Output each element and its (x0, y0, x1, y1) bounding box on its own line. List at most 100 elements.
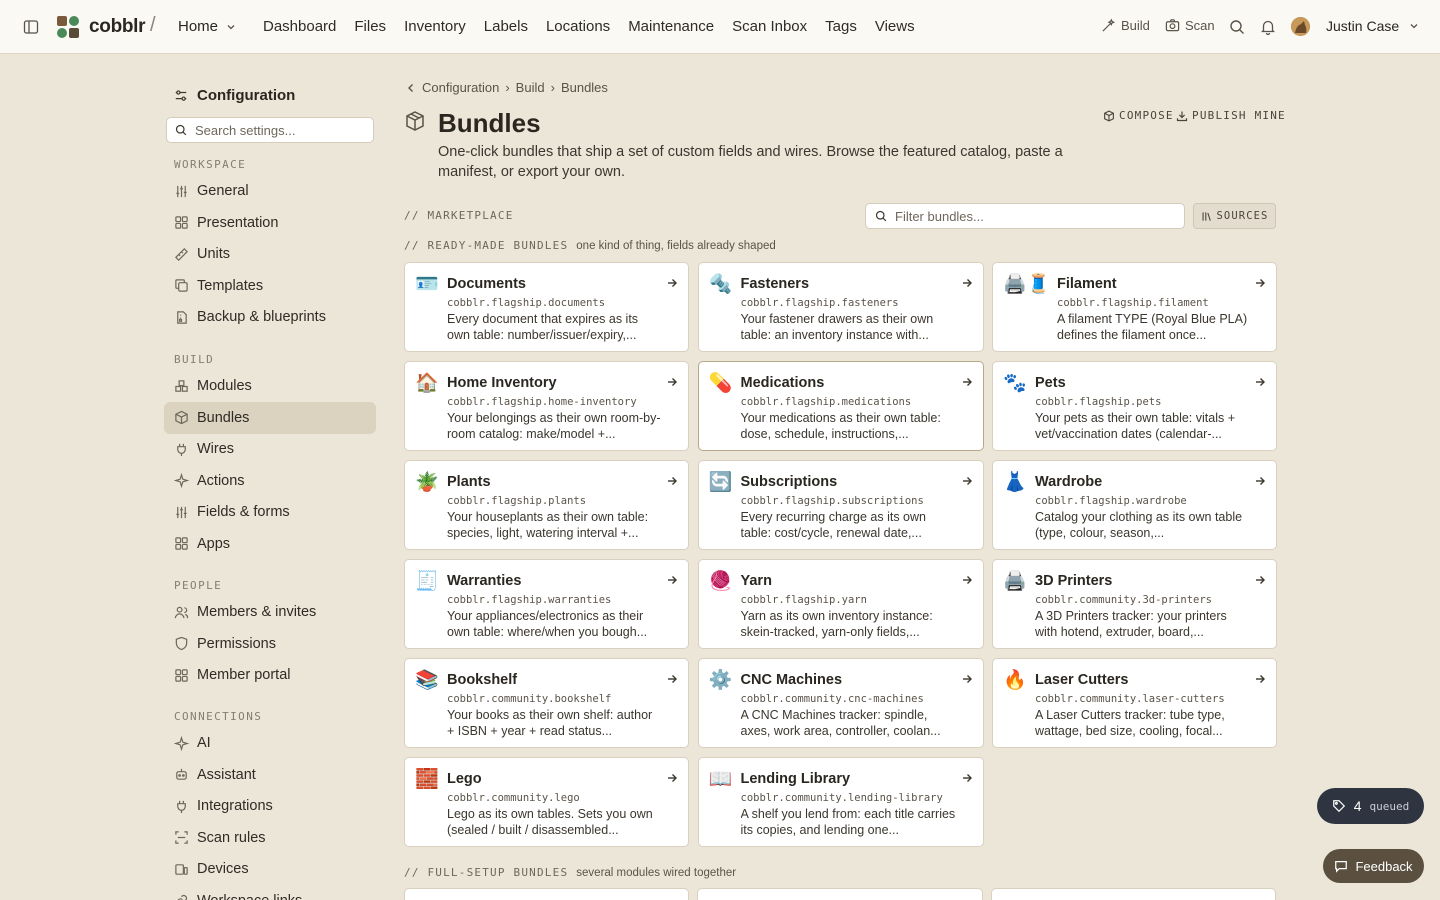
workspace-selector[interactable]: Home (178, 18, 236, 35)
sidebar-item-member-portal[interactable]: Member portal (164, 659, 376, 691)
build-button[interactable]: Build (1101, 18, 1150, 33)
bundle-card[interactable]: 👗 Wardrobe cobblr.flagship.wardrobe Catalog… (992, 460, 1277, 550)
scan-button[interactable]: Scan (1165, 18, 1215, 33)
bundle-card[interactable]: 🪪 Documents cobblr.flagship.documents Every… (404, 262, 689, 352)
bundle-card[interactable]: 🪴 Plants cobblr.flagship.plants Your housep… (404, 460, 689, 550)
bundle-card[interactable] (697, 888, 983, 900)
filter-bundles[interactable] (865, 203, 1185, 229)
feedback-label: Feedback (1355, 858, 1413, 874)
breadcrumb-build[interactable]: Build (516, 80, 545, 95)
search-icon[interactable] (1229, 19, 1245, 35)
sidebar-item-devices[interactable]: Devices (164, 853, 376, 885)
bundle-card[interactable]: 📚 Bookshelf cobblr.community.bookshelf Your… (404, 658, 689, 748)
bundle-card[interactable]: 🧱 Lego cobblr.community.lego Lego as its ow… (404, 757, 689, 847)
sidebar-item-permissions[interactable]: Permissions (164, 628, 376, 660)
sidebar-item-integrations[interactable]: Integrations (164, 790, 376, 822)
bundle-id: cobblr.flagship.medications (740, 396, 912, 408)
nav-maintenance[interactable]: Maintenance (628, 18, 714, 35)
settings-search-input[interactable] (195, 122, 365, 138)
sidebar-item-general[interactable]: General (164, 175, 376, 207)
sources-button[interactable]: SOURCES (1193, 203, 1276, 229)
settings-search[interactable] (166, 117, 374, 143)
sidebar-item-backup-blueprints[interactable]: Backup & blueprints (164, 301, 376, 333)
bundle-card[interactable]: 🐾 Pets cobblr.flagship.pets Your pets as th… (992, 361, 1277, 451)
feedback-button[interactable]: Feedback (1323, 849, 1424, 883)
sidebar-item-apps[interactable]: Apps (164, 528, 376, 560)
bundle-name: Plants (447, 474, 491, 490)
sidebar-item-label: Integrations (197, 798, 273, 814)
nav-scan-inbox[interactable]: Scan Inbox (732, 18, 807, 35)
arrow-right-icon[interactable] (1254, 673, 1266, 685)
arrow-right-icon[interactable] (666, 475, 678, 487)
sidebar-item-fields-forms[interactable]: Fields & forms (164, 496, 376, 528)
bundle-card[interactable]: 🔥 Laser Cutters cobblr.community.laser-cut… (992, 658, 1277, 748)
arrow-right-icon[interactable] (961, 772, 973, 784)
arrow-right-icon[interactable] (1254, 574, 1266, 586)
bundle-name: Home Inventory (447, 375, 557, 391)
sidebar-item-members-invites[interactable]: Members & invites (164, 596, 376, 628)
bundle-card[interactable]: 🔄 Subscriptions cobblr.flagship.subscripti… (697, 460, 984, 550)
compose-button[interactable]: COMPOSE (1103, 109, 1174, 122)
avatar[interactable] (1291, 17, 1310, 36)
nav-labels[interactable]: Labels (484, 18, 528, 35)
sidebar-toggle-icon[interactable] (23, 19, 39, 35)
arrow-right-icon[interactable] (961, 475, 973, 487)
arrow-right-icon[interactable] (666, 277, 678, 289)
arrow-right-icon[interactable] (666, 772, 678, 784)
sidebar-item-units[interactable]: Units (164, 238, 376, 270)
brand-name[interactable]: cobblr (89, 16, 146, 38)
bundle-card[interactable]: 🖨️🧵 Filament cobblr.flagship.filament A fil… (992, 262, 1277, 352)
user-menu[interactable]: Justin Case (1326, 18, 1419, 34)
bundle-id: cobblr.flagship.subscriptions (740, 495, 924, 507)
sidebar-item-assistant[interactable]: Assistant (164, 759, 376, 791)
arrow-right-icon[interactable] (1254, 475, 1266, 487)
nav-dashboard[interactable]: Dashboard (263, 18, 336, 35)
nav-inventory[interactable]: Inventory (404, 18, 466, 35)
breadcrumb-bundles: Bundles (560, 80, 608, 95)
cobblr-logo[interactable] (56, 15, 80, 39)
bundle-card[interactable]: 🧾 Warranties cobblr.flagship.warranties You… (404, 559, 689, 649)
sidebar-item-wires[interactable]: Wires (164, 433, 376, 465)
bundle-card[interactable]: ⚙️ CNC Machines cobblr.community.cnc-machi… (697, 658, 984, 748)
bundle-icon: 🧱 (415, 769, 439, 790)
sidebar-item-ai[interactable]: AI (164, 727, 376, 759)
sidebar-item-workspace-links[interactable]: Workspace links (164, 885, 376, 900)
search-icon (875, 210, 887, 222)
sidebar-item-presentation[interactable]: Presentation (164, 207, 376, 239)
arrow-right-icon[interactable] (961, 673, 973, 685)
bundle-card[interactable]: 🔩 Fasteners cobblr.flagship.fasteners Your … (697, 262, 984, 352)
nav-files[interactable]: Files (354, 18, 386, 35)
bundle-card[interactable]: 💊 Medications cobblr.flagship.medications Y… (697, 361, 984, 451)
chevron-left-icon[interactable] (406, 83, 416, 93)
arrow-right-icon[interactable] (961, 574, 973, 586)
bell-icon[interactable] (1260, 19, 1276, 35)
sidebar-item-scan-rules[interactable]: Scan rules (164, 822, 376, 854)
bundle-card[interactable] (404, 888, 689, 900)
nav-views[interactable]: Views (875, 18, 915, 35)
bundle-card[interactable] (991, 888, 1276, 900)
sidebar-item-actions[interactable]: Actions (164, 465, 376, 497)
breadcrumb-configuration[interactable]: Configuration (422, 80, 499, 95)
publish-mine-button[interactable]: PUBLISH MINE (1176, 109, 1286, 122)
bundle-card[interactable]: 🖨️ 3D Printers cobblr.community.3d-printer… (992, 559, 1277, 649)
nav-tags[interactable]: Tags (825, 18, 857, 35)
sidebar-item-modules[interactable]: Modules (164, 370, 376, 402)
nav-locations[interactable]: Locations (546, 18, 610, 35)
sidebar-item-bundles[interactable]: Bundles (164, 401, 376, 434)
sidebar-item-templates[interactable]: Templates (164, 270, 376, 302)
boxes-icon (175, 379, 188, 392)
arrow-right-icon[interactable] (1254, 277, 1266, 289)
arrow-right-icon[interactable] (666, 376, 678, 388)
bundle-card[interactable]: 📖 Lending Library cobblr.community.lending… (697, 757, 984, 847)
arrow-right-icon[interactable] (666, 673, 678, 685)
bundle-card[interactable]: 🏠 Home Inventory cobblr.flagship.home-inve… (404, 361, 689, 451)
arrow-right-icon[interactable] (961, 277, 973, 289)
marketplace-label: // MARKETPLACE (404, 209, 514, 222)
arrow-right-icon[interactable] (666, 574, 678, 586)
arrow-right-icon[interactable] (1254, 376, 1266, 388)
arrow-right-icon[interactable] (961, 376, 973, 388)
queued-labels-pill[interactable]: 4 queued (1317, 788, 1424, 824)
bundle-card[interactable]: 🧶 Yarn cobblr.flagship.yarn Yarn as its own… (697, 559, 984, 649)
bundle-icon: 🔥 (1003, 670, 1027, 691)
filter-bundles-input[interactable] (895, 208, 1175, 224)
